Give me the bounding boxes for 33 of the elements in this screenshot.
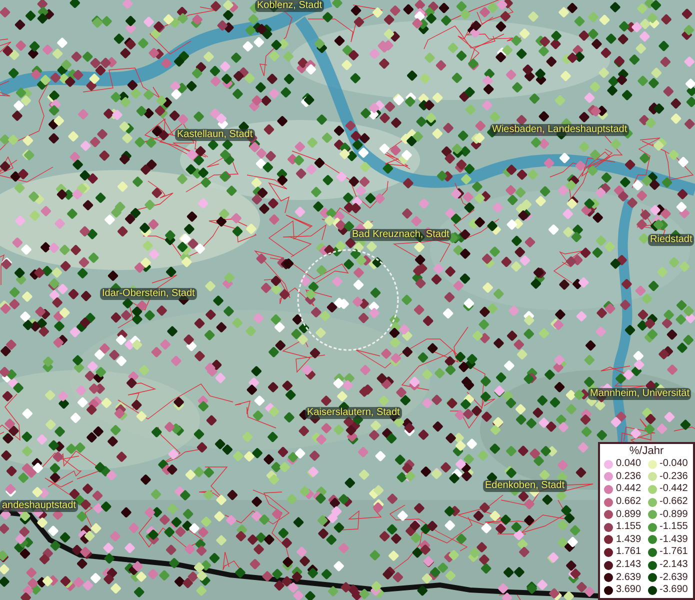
legend-title: %/Jahr	[628, 445, 665, 458]
legend-value: -1.439	[660, 534, 688, 546]
legend-value: -2.143	[660, 559, 688, 572]
place-label: Kastellaun, Stadt	[175, 129, 255, 141]
legend-value: -0.442	[660, 483, 688, 496]
legend-value: 0.899	[616, 508, 642, 521]
legend-value: -1.761	[660, 546, 688, 558]
legend-value: 2.143	[616, 559, 642, 572]
legend-value: -1.155	[660, 521, 688, 534]
legend-value: -0.040	[660, 458, 688, 470]
legend-value: 2.639	[616, 572, 642, 584]
place-label: Bad Kreuznach, Stadt	[350, 229, 452, 241]
legend-value: -3.690	[660, 584, 688, 596]
place-label: Idar-Oberstein, Stadt	[100, 288, 197, 300]
legend-value: 0.236	[616, 470, 642, 483]
place-label: Mannheim, Universität	[588, 388, 692, 400]
place-label: Edenkoben, Stadt	[483, 480, 567, 492]
legend-value: 3.690	[616, 584, 642, 596]
legend-value: 0.040	[616, 458, 642, 470]
place-label: Wiesbaden, Landeshauptstadt	[490, 124, 630, 136]
legend-value: 0.442	[616, 483, 642, 496]
place-label: Kaiserslautern, Stadt	[305, 407, 402, 419]
place-label: Riedstadt	[648, 234, 694, 246]
legend-value: -2.639	[660, 572, 688, 584]
legend-value: 1.439	[616, 534, 642, 546]
legend-value: 1.761	[616, 546, 642, 558]
legend-value: -0.899	[660, 508, 688, 521]
legend-value: 0.662	[616, 496, 642, 508]
legend-value: 1.155	[616, 521, 642, 534]
legend-value: -0.236	[660, 470, 688, 483]
legend-value: -0.662	[660, 496, 688, 508]
place-label: Koblenz, Stadt	[255, 0, 324, 12]
place-label: andeshauptstadt	[0, 500, 78, 512]
